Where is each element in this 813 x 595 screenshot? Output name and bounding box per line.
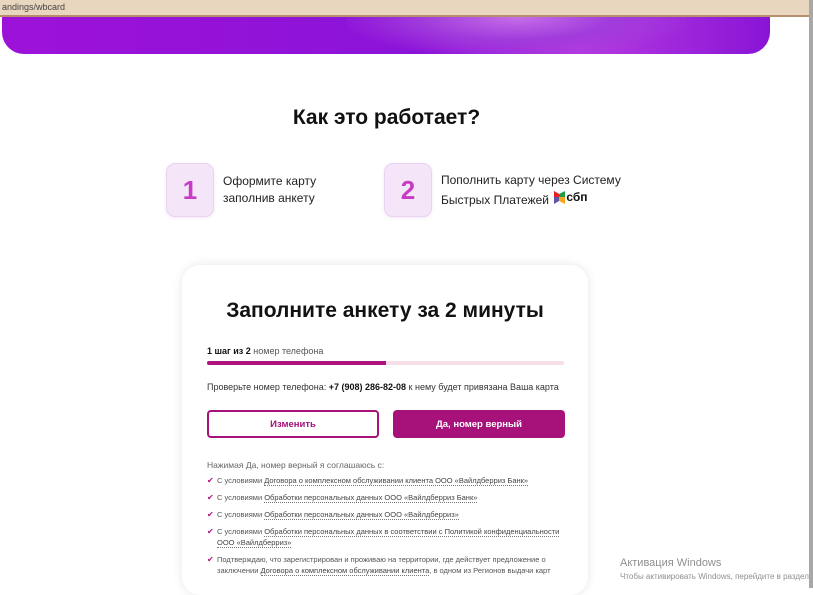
- agreement-link[interactable]: Обработки персональных данных ООО «Вайлд…: [264, 510, 459, 520]
- step-1: 1 Оформите карту заполнив анкету: [166, 163, 316, 217]
- step-1-line1: Оформите карту: [223, 174, 317, 188]
- agreement-text-tail: , в одном из Регионов выдачи карт: [429, 566, 551, 575]
- form-title: Заполните анкету за 2 минуты: [226, 299, 544, 322]
- confirm-phone-button[interactable]: Да, номер верный: [393, 410, 565, 438]
- phone-check-text: Проверьте номер телефона: +7 (908) 286-8…: [207, 382, 559, 392]
- step-2-line2-row: Быстрых Платежей сбп: [441, 189, 621, 209]
- phone-suffix: к нему будет привязана Ваша карта: [406, 382, 559, 392]
- progress-bar-fill: [207, 361, 386, 365]
- step-1-line2: заполнив анкету: [223, 191, 315, 205]
- agreement-text: С условиями: [217, 510, 265, 519]
- windows-activation-watermark: Активация Windows Чтобы активировать Win…: [620, 557, 809, 581]
- progress-step-name: номер телефона: [250, 346, 324, 356]
- phone-prefix: Проверьте номер телефона:: [207, 382, 329, 392]
- agreement-item: ✔ С условиями Обработки персональных данн…: [207, 509, 567, 520]
- change-phone-button[interactable]: Изменить: [207, 410, 379, 438]
- agreement-text: С условиями: [217, 476, 265, 485]
- agreement-link[interactable]: Обработки персональных данных в соответс…: [217, 527, 560, 548]
- sbp-logo: сбп: [554, 189, 588, 206]
- progress-label: 1 шаг из 2 номер телефона: [207, 346, 323, 356]
- agreement-text: С условиями: [217, 527, 265, 536]
- agreement-text: С условиями: [217, 493, 265, 502]
- hero-graphic: [347, 17, 687, 54]
- step-1-text: Оформите карту заполнив анкету: [223, 173, 316, 207]
- phone-number: +7 (908) 286-82-08: [328, 382, 407, 392]
- window-edge: [809, 0, 813, 588]
- step-2-number: 2: [384, 163, 432, 217]
- application-form-card: Заполните анкету за 2 минуты 1 шаг из 2 …: [182, 265, 588, 595]
- agreement-intro: Нажимая Да, номер верный я соглашаюсь с:: [207, 460, 385, 470]
- agreement-item: ✔ С условиями Обработки персональных данн…: [207, 492, 567, 503]
- step-2-text: Пополнить карту через Систему Быстрых Пл…: [441, 172, 621, 209]
- check-icon: ✔: [207, 493, 214, 502]
- progress-bar: [207, 361, 564, 365]
- check-icon: ✔: [207, 476, 214, 485]
- agreement-item: ✔ С условиями Договора о комплексном обсл…: [207, 475, 567, 486]
- how-it-works-title: Как это работает?: [292, 106, 481, 129]
- agreement-list: ✔ С условиями Договора о комплексном обсл…: [207, 475, 567, 582]
- check-icon: ✔: [207, 510, 214, 519]
- check-icon: ✔: [207, 555, 214, 564]
- agreement-link[interactable]: Договора о комплексном обслуживании клие…: [264, 476, 529, 486]
- agreement-link[interactable]: Обработки персональных данных ООО «Вайлд…: [264, 493, 478, 503]
- check-icon: ✔: [207, 527, 214, 536]
- step-2: 2 Пополнить карту через Систему Быстрых …: [384, 163, 621, 217]
- sbp-logo-text: сбп: [566, 189, 588, 204]
- agreement-item: ✔ С условиями Обработки персональных данн…: [207, 526, 567, 548]
- step-2-line2: Быстрых Платежей: [441, 192, 549, 207]
- agreement-item: ✔ Подтверждаю, что зарегистрирован и прож…: [207, 554, 567, 576]
- sbp-logo-icon: [554, 190, 566, 204]
- progress-step-count: 1 шаг из 2: [207, 346, 251, 356]
- address-bar[interactable]: andings/wbcard: [0, 0, 813, 17]
- step-2-line1: Пополнить карту через Систему: [441, 172, 621, 187]
- step-1-number: 1: [166, 163, 214, 217]
- watermark-subtitle: Чтобы активировать Windows, перейдите в …: [620, 572, 809, 581]
- watermark-title: Активация Windows: [620, 557, 722, 569]
- agreement-link[interactable]: Договора о комплексном обслуживании клие…: [260, 566, 430, 576]
- url-text: andings/wbcard: [2, 2, 66, 12]
- hero-banner: [2, 17, 770, 54]
